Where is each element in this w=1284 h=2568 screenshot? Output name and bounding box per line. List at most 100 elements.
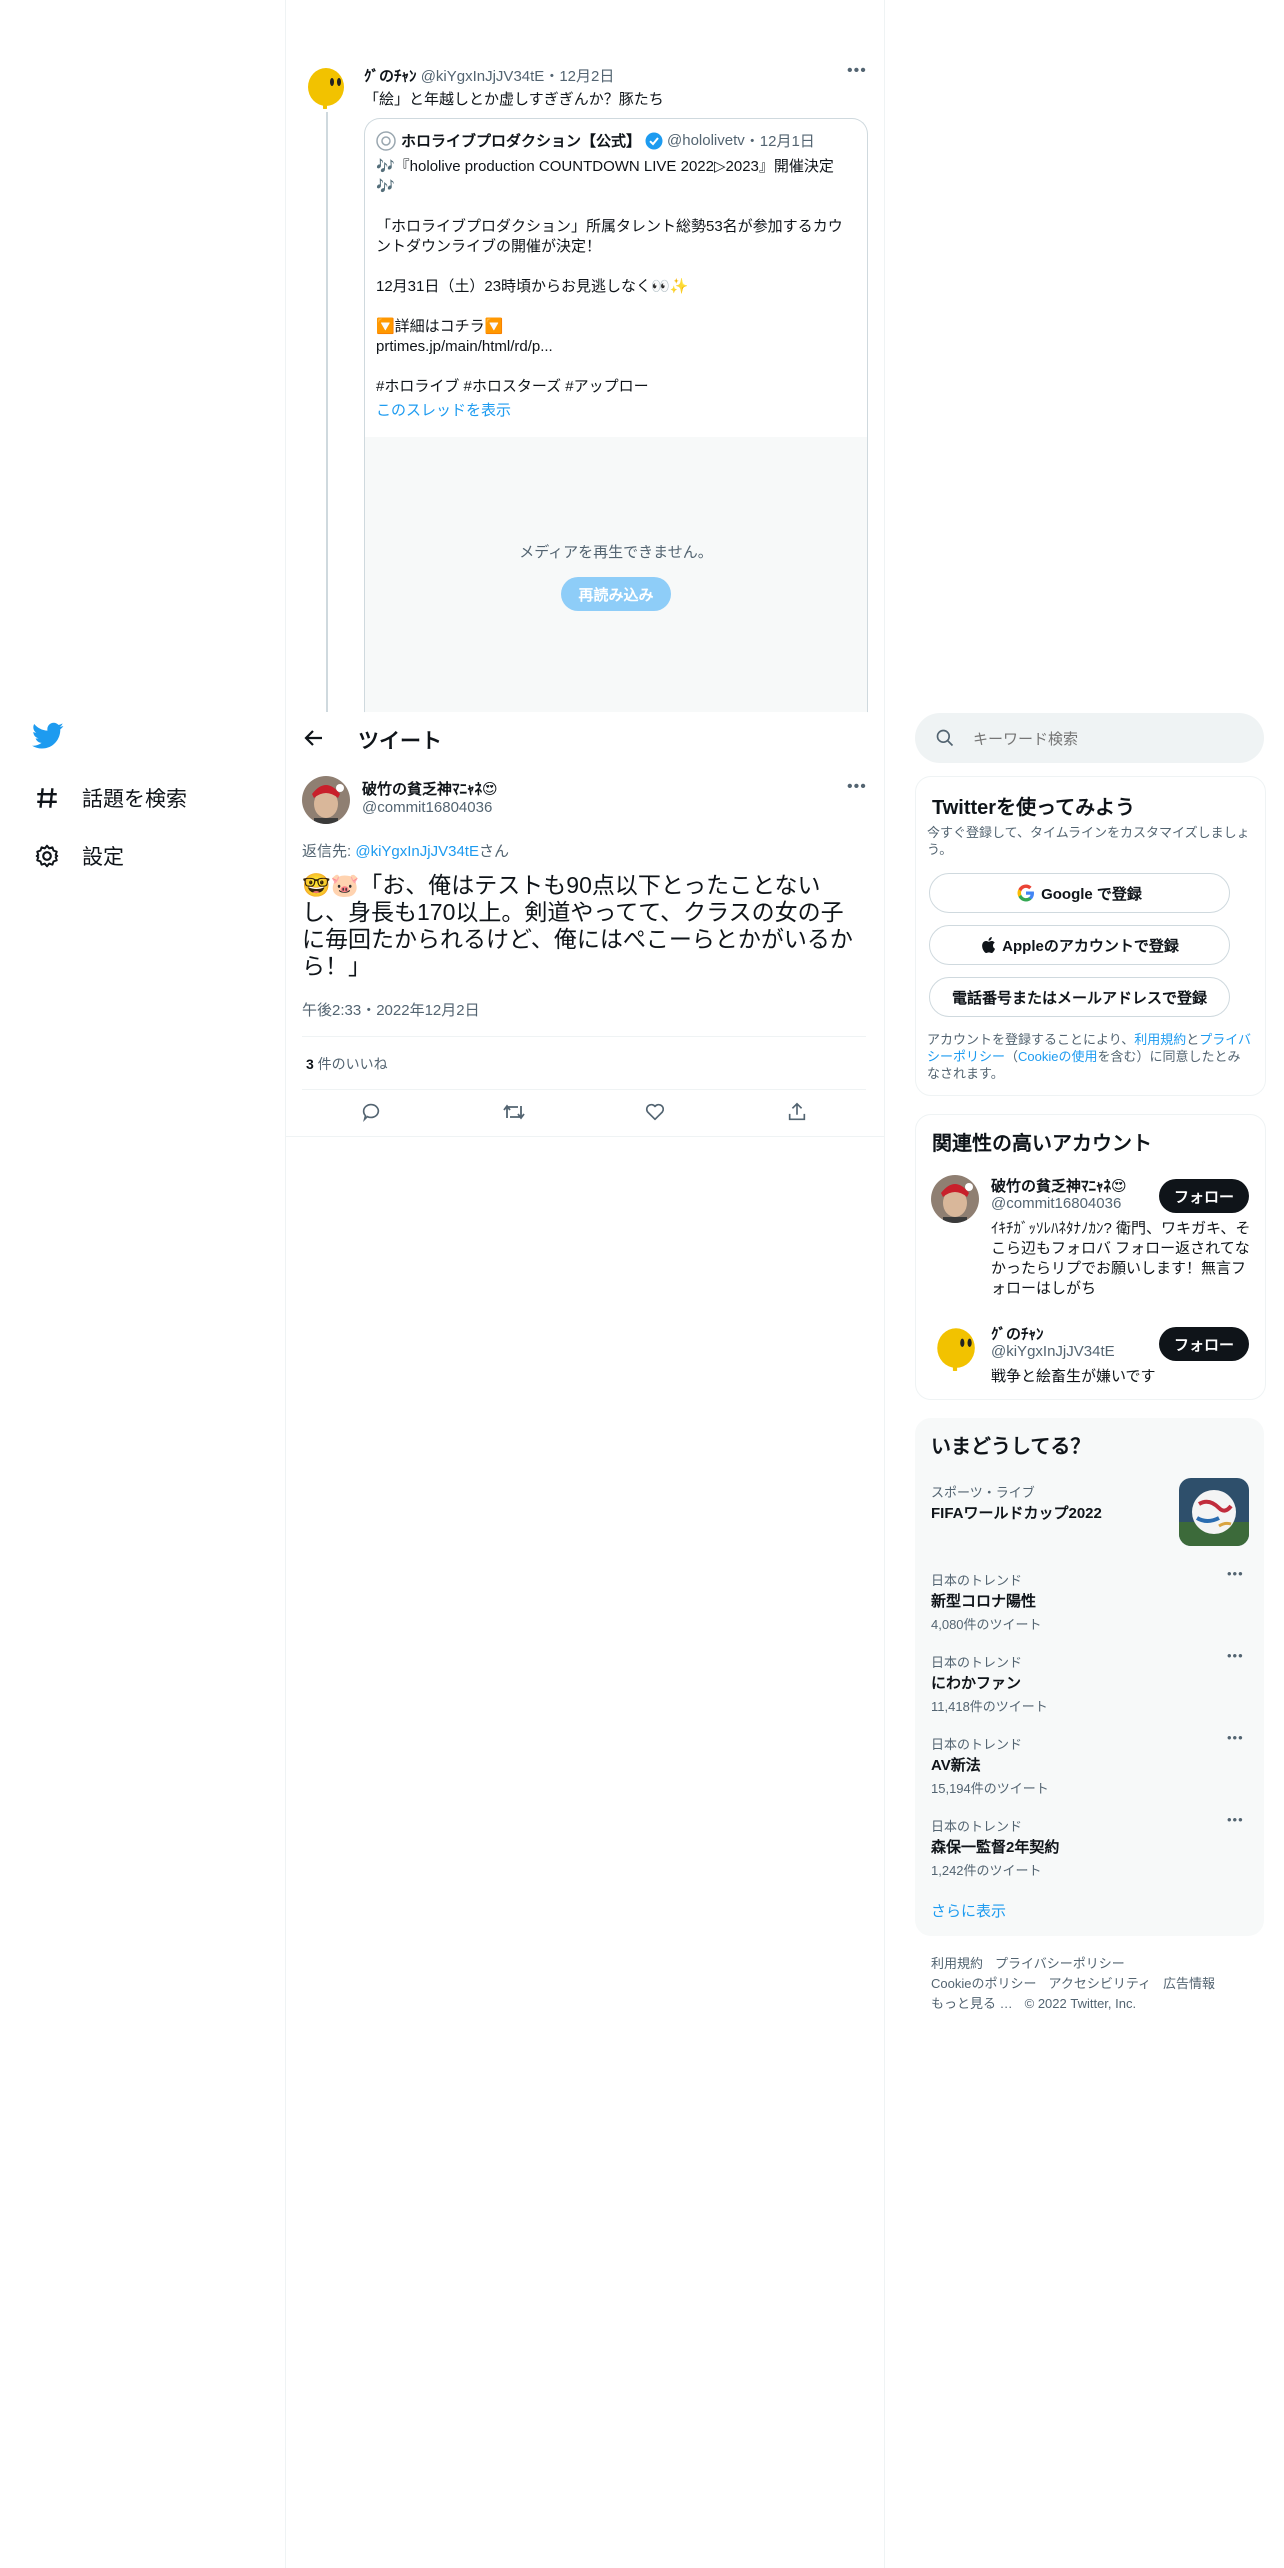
apple-signup-label: Appleのアカウントで登録 <box>1002 937 1179 955</box>
trend-item[interactable]: 日本のトレンド AV新法 15,194件のツイート ••• <box>915 1728 1264 1798</box>
footer-more-link[interactable]: もっと見る … <box>931 1996 1013 2011</box>
nav-explore[interactable]: 話題を検索 <box>34 778 187 818</box>
trend-title: AV新法 <box>931 1757 981 1774</box>
account-handle[interactable]: @kiYgxInJjJV34tE <box>991 1343 1115 1360</box>
hashtag-icon <box>37 788 57 808</box>
more-icon[interactable]: ••• <box>847 62 867 80</box>
phone-email-signup-button[interactable]: 電話番号またはメールアドレスで登録 <box>929 977 1230 1017</box>
quote-line: 12月31日（土）23時頃からお見逃しなく👀✨ <box>376 278 689 295</box>
media-error-panel: メディアを再生できません。 再読み込み <box>365 437 867 713</box>
soccer-ball-icon <box>1179 1478 1249 1546</box>
follow-button[interactable]: フォロー <box>1159 1179 1249 1213</box>
likes-link[interactable]: 3 件のいいね <box>306 1054 388 1074</box>
footer-ads-link[interactable]: 広告情報 <box>1163 1976 1215 1991</box>
search-box[interactable] <box>915 713 1264 763</box>
footer-cookie-link[interactable]: Cookieのポリシー <box>931 1976 1036 1991</box>
user-photo-icon <box>302 776 350 824</box>
terms-paren: （ <box>1005 1049 1019 1064</box>
retweet-icon[interactable] <box>502 1101 526 1128</box>
trend-thumbnail <box>1179 1478 1249 1546</box>
terms-mid: と <box>1186 1032 1200 1047</box>
more-icon[interactable]: ••• <box>1227 1812 1244 1827</box>
terms-link[interactable]: 利用規約 <box>1134 1032 1186 1047</box>
back-arrow-icon[interactable] <box>302 726 326 755</box>
trend-count: 1,242件のツイート <box>931 1863 1042 1878</box>
like-heart-icon[interactable] <box>644 1101 666 1128</box>
show-thread-link[interactable]: このスレッドを表示 <box>376 401 856 421</box>
footer-privacy-link[interactable]: プライバシーポリシー <box>995 1956 1125 1971</box>
nav-settings[interactable]: 設定 <box>34 836 124 876</box>
account-name[interactable]: ｸﾞのﾁｬﾝ <box>991 1323 1044 1344</box>
yellow-face-icon <box>931 1323 979 1371</box>
reload-label: 再読み込み <box>578 586 654 604</box>
phone-signup-label: 電話番号またはメールアドレスで登録 <box>951 989 1207 1007</box>
author-handle[interactable]: @kiYgxInJjJV34tE <box>421 68 545 85</box>
trend-title: にわかファン <box>931 1675 1022 1692</box>
author-handle[interactable]: @commit16804036 <box>362 799 492 816</box>
org-date[interactable]: ・12月1日 <box>745 130 815 151</box>
account-name[interactable]: 破竹の貧乏神ﾏﾆｬﾈ😍 <box>991 1175 1127 1196</box>
google-signup-button[interactable]: Google で登録 <box>929 873 1230 913</box>
more-icon[interactable]: ••• <box>1227 1730 1244 1745</box>
trend-item[interactable]: 日本のトレンド 新型コロナ陽性 4,080件のツイート ••• <box>915 1564 1264 1634</box>
trend-title: 森保一監督2年契約 <box>931 1839 1060 1856</box>
likes-label: 件のいいね <box>313 1056 388 1072</box>
footer-copyright: © 2022 Twitter, Inc. <box>1024 1996 1137 2011</box>
account-bio: 戦争と絵畜生が嫌いです <box>991 1368 1156 1385</box>
quote-line: 🔽詳細はコチラ🔽 <box>376 318 504 335</box>
nav-settings-label: 設定 <box>82 846 124 869</box>
more-icon[interactable]: ••• <box>847 778 867 796</box>
tweet-date[interactable]: ・12月2日 <box>544 68 614 85</box>
trend-count: 15,194件のツイート <box>931 1781 1049 1796</box>
trend-category: スポーツ・ライブ <box>931 1485 1035 1500</box>
signup-title: Twitterを使ってみよう <box>932 797 1136 819</box>
tweet-timestamp[interactable]: 午後2:33・2022年12月2日 <box>302 999 480 1020</box>
share-icon[interactable] <box>786 1101 808 1128</box>
quote-link[interactable]: prtimes.jp/main/html/rd/p... <box>376 337 856 357</box>
footer-accessibility-link[interactable]: アクセシビリティ <box>1048 1976 1151 1991</box>
author-name[interactable]: ｸﾞのﾁｬﾝ <box>364 68 417 85</box>
tweet-text: 「絵」と年越しとか虚しすぎぎんか？豚たち <box>364 91 664 108</box>
more-icon[interactable]: ••• <box>1227 1566 1244 1581</box>
avatar[interactable] <box>931 1323 979 1371</box>
show-more-link[interactable]: さらに表示 <box>931 1900 1006 1921</box>
quote-hashtags[interactable]: #ホロライブ #ホロスターズ #アップロー <box>376 377 856 397</box>
org-handle[interactable]: @hololivetv <box>667 132 745 149</box>
trend-count: 11,418件のツイート <box>931 1699 1048 1714</box>
trend-featured[interactable]: スポーツ・ライブ FIFAワールドカップ2022 <box>915 1474 1264 1552</box>
likes-count: 3 <box>306 1056 314 1072</box>
avatar[interactable] <box>931 1175 979 1223</box>
avatar[interactable] <box>302 776 350 824</box>
reply-handle[interactable]: @kiYgxInJjJV34tE <box>355 843 479 860</box>
trend-label: 日本のトレンド <box>931 1655 1023 1670</box>
nav-explore-label: 話題を検索 <box>82 788 187 811</box>
trends-title: いまどうしてる？ <box>931 1436 1091 1458</box>
account-bio: ｲｷﾁｶﾞｯｿﾚﾊﾈﾀﾅﾉｶﾝ? 衛門、ワキガキ、そこら辺もフォロバ フォロー返… <box>991 1220 1251 1297</box>
signup-subtitle: 今すぐ登録して、タイムラインをカスタマイズしましょう。 <box>927 825 1250 857</box>
follow-button[interactable]: フォロー <box>1159 1327 1249 1361</box>
reply-icon[interactable] <box>360 1101 382 1128</box>
cookie-link[interactable]: Cookieの使用 <box>1018 1049 1097 1064</box>
related-title: 関連性の高いアカウント <box>932 1133 1152 1155</box>
header-bar: ツイート <box>286 712 884 765</box>
quoted-tweet-card[interactable]: ホロライブプロダクション【公式】 @hololivetv ・12月1日 🎶『hol… <box>364 118 868 713</box>
hololive-logo-icon <box>376 130 396 151</box>
apple-signup-button[interactable]: Appleのアカウントで登録 <box>929 925 1230 965</box>
footer-terms-link[interactable]: 利用規約 <box>931 1956 983 1971</box>
footer-links: 利用規約 プライバシーポリシー Cookieのポリシー アクセシビリティ 広告情報 も… <box>931 1954 1261 2014</box>
avatar[interactable] <box>302 63 348 109</box>
follow-label: フォロー <box>1173 1188 1234 1206</box>
more-icon[interactable]: ••• <box>1227 1648 1244 1663</box>
quote-line: 🎶 <box>376 178 395 195</box>
reload-button[interactable]: 再読み込み <box>561 577 671 611</box>
org-name[interactable]: ホロライブプロダクション【公式】 <box>401 130 641 151</box>
account-handle[interactable]: @commit16804036 <box>991 1195 1121 1212</box>
right-divider <box>884 0 885 2568</box>
left-divider <box>285 0 286 2568</box>
reply-to: 返信先: @kiYgxInJjJV34tEさん <box>302 840 509 861</box>
search-input[interactable] <box>971 725 1245 753</box>
author-name[interactable]: 破竹の貧乏神ﾏﾆｬﾈ😍 <box>362 778 498 799</box>
twitter-logo-icon[interactable] <box>32 722 64 755</box>
trend-item[interactable]: 日本のトレンド 森保一監督2年契約 1,242件のツイート ••• <box>915 1810 1264 1880</box>
trend-item[interactable]: 日本のトレンド にわかファン 11,418件のツイート ••• <box>915 1646 1264 1716</box>
